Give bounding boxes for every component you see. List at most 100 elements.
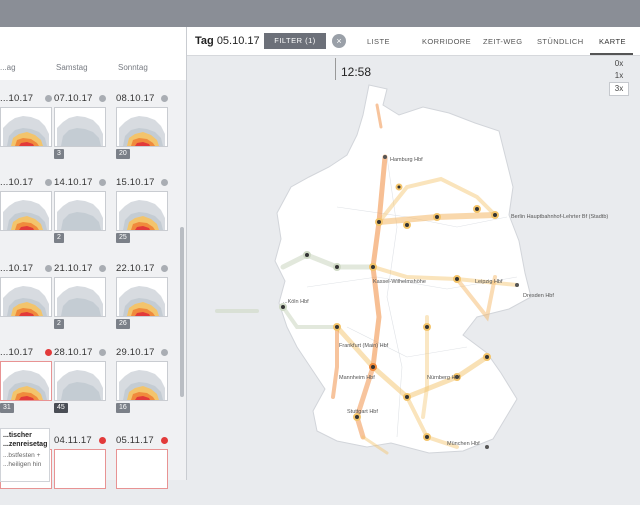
calendar-day-cell[interactable]: 05.11.17 [116,435,168,505]
calendar-day-cell[interactable]: ...10.17 [0,93,52,163]
day-status-icon [45,179,52,186]
day-load-sparkline [116,191,168,231]
calendar-panel-header [0,27,186,56]
calendar-day-cell[interactable]: ...10.17 [0,177,52,247]
tooltip-title: ...tischer ...zenreisetag [3,432,48,448]
weekday-header-friday: ...ag [0,63,16,72]
calendar-day-cell[interactable]: 22.10.17 26 [116,263,168,333]
calendar-day-cell[interactable]: 15.10.17 25 [116,177,168,247]
app-top-bar [0,0,640,27]
calendar-day-date: 15.10.17 [116,177,155,188]
day-load-sparkline [0,361,52,401]
day-status-icon [161,349,168,356]
day-status-icon [161,179,168,186]
calendar-day-cell[interactable]: 21.10.17 2 [54,263,106,333]
tab-zeit-weg[interactable]: ZEIT-WEG [483,37,522,46]
city-label-leipzig: Leipzig Hbf [475,279,503,285]
calendar-day-cell[interactable]: 29.10.17 16 [116,347,168,417]
clear-filter-button[interactable]: × [332,34,346,48]
speed-option-0x[interactable]: 0x [609,58,629,70]
city-label-muenchen: München Hbf [447,441,480,447]
calendar-day-cell[interactable]: 14.10.17 2 [54,177,106,247]
city-label-stuttgart: Stuttgart Hbf [347,409,378,415]
day-load-sparkline [0,191,52,231]
day-label: Tag [195,35,214,47]
speed-option-3x[interactable]: 3x [609,82,629,96]
day-load-sparkline [54,107,106,147]
map-toolbar: Tag 05.10.17 FILTER (1) × LISTE KORRIDOR… [187,27,640,56]
day-count-badge: 26 [116,319,130,329]
day-count-badge: 20 [116,149,130,159]
day-status-icon [161,437,168,444]
day-value: 05.10.17 [216,35,260,47]
day-load-sparkline [54,361,106,401]
calendar-day-cell[interactable]: 28.10.17 45 [54,347,106,417]
day-load-sparkline [54,191,106,231]
calendar-day-date: 14.10.17 [54,177,93,188]
day-load-sparkline [116,449,168,489]
day-count-badge: 3 [54,149,64,159]
germany-map[interactable]: Hamburg Hbf Berlin Hauptbahnhof-Lehrter … [187,27,640,480]
day-count-badge: 16 [116,403,130,413]
calendar-week-row: ...10.17 21.10.17 2 22.10.17 26 [0,263,186,333]
day-status-icon [161,265,168,272]
calendar-week-row: ...10.17 14.10.17 2 15.10.17 25 [0,177,186,247]
weekday-header-sunday: Sonntag [118,63,148,72]
day-indicator: Tag 05.10.17 [195,35,260,47]
calendar-day-date: 22.10.17 [116,263,155,274]
city-label-berlin: Berlin Hauptbahnhof-Lehrter Bf (Stadtb) [511,214,608,220]
day-count-badge: 2 [54,319,64,329]
filter-button[interactable]: FILTER (1) [264,33,326,49]
city-label-nuernberg: Nürnberg Hbf [427,375,460,381]
tab-stuendlich[interactable]: STÜNDLICH [537,37,584,46]
calendar-day-date: ...10.17 [0,177,34,188]
calendar-day-cell[interactable]: ...10.17 31 [0,347,52,417]
calendar-day-date: 07.10.17 [54,93,93,104]
day-load-sparkline [0,107,52,147]
tab-karte[interactable]: KARTE [599,37,626,46]
city-label-mannheim: Mannheim Hbf [339,375,375,381]
map-view: Hamburg Hbf Berlin Hauptbahnhof-Lehrter … [187,27,640,480]
weekday-header: ...ag Samstag Sonntag [0,55,186,80]
calendar-day-cell[interactable]: 07.10.17 3 [54,93,106,163]
day-load-sparkline [116,361,168,401]
calendar-day-cell[interactable]: ...10.17 [0,263,52,333]
country-outline [274,84,532,454]
day-status-icon [99,437,106,444]
city-label-koeln: ...Köln Hbf [283,299,309,305]
calendar-day-date: 05.11.17 [116,435,154,446]
calendar-day-cell[interactable]: 08.10.17 20 [116,93,168,163]
tab-liste[interactable]: LISTE [367,37,390,46]
city-label-dresden: Dresden Hbf [523,293,554,299]
weekday-header-saturday: Samstag [56,63,88,72]
day-status-icon [99,179,106,186]
day-count-badge: 2 [54,233,64,243]
city-label-kassel: Kassel-Wilhelmshöhe [373,279,426,285]
calendar-day-date: ...10.17 [0,347,34,358]
day-load-sparkline [54,277,106,317]
holiday-tooltip: ...tischer ...zenreisetag ...bstfesten +… [0,428,50,482]
tab-korridore[interactable]: KORRIDORE [422,37,471,46]
calendar-day-date: 08.10.17 [116,93,155,104]
day-load-sparkline [0,277,52,317]
playback-speed-selector: 0x 1x 3x [609,58,629,96]
day-load-sparkline [116,277,168,317]
tooltip-body: ...bstfesten + ...heiligen hin [3,452,42,468]
calendar-scrollbar[interactable] [180,227,184,397]
calendar-day-date: 28.10.17 [54,347,93,358]
clock-display: 12:58 [341,65,372,79]
day-status-icon [45,265,52,272]
day-load-sparkline [116,107,168,147]
calendar-panel: ...ag Samstag Sonntag ...10.17 07.10.17 3 0… [0,27,187,489]
calendar-day-date: ...10.17 [0,263,34,274]
day-count-badge: 25 [116,233,130,243]
calendar-day-date: ...10.17 [0,93,34,104]
calendar-week-row: ...10.17 07.10.17 3 08.10.17 20 [0,93,186,163]
day-count-badge: 31 [0,403,14,413]
clock-marker [335,58,336,80]
day-status-icon [99,95,106,102]
day-status-icon [99,349,106,356]
day-count-badge: 45 [54,403,68,413]
speed-option-1x[interactable]: 1x [609,70,629,82]
calendar-day-date: 21.10.17 [54,263,93,274]
